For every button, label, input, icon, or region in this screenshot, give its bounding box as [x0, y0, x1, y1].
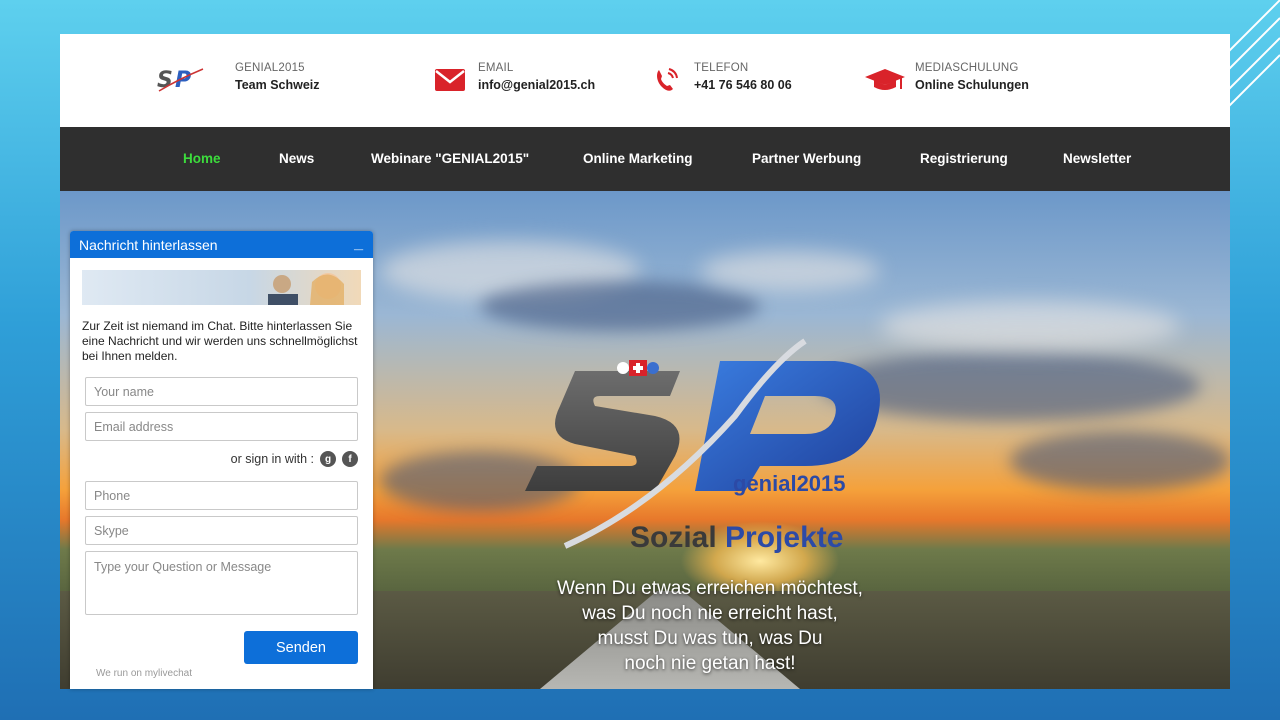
facebook-icon[interactable]: f: [342, 451, 358, 467]
tagline-line: Wenn Du etwas erreichen möchtest,: [557, 578, 863, 599]
nav-webinare[interactable]: Webinare "GENIAL2015": [371, 151, 529, 166]
email-input[interactable]: [85, 412, 358, 441]
main-navigation: Home News Webinare "GENIAL2015" Online M…: [60, 127, 1230, 191]
signin-text: or sign in with :: [230, 452, 314, 466]
phone-label: TELEFON: [694, 62, 749, 74]
brand-small-text: genial2015: [733, 471, 846, 496]
phone-icon: [648, 64, 684, 96]
nav-partner-werbung[interactable]: Partner Werbung: [752, 151, 861, 166]
header-email[interactable]: EMAIL info@genial2015.ch: [432, 62, 595, 96]
brand-value: Team Schweiz: [235, 78, 320, 92]
header-mediaschulung[interactable]: MEDIASCHULUNG Online Schulungen: [865, 62, 1029, 96]
minimize-icon[interactable]: _: [354, 235, 363, 253]
tagline-line: noch nie getan hast!: [624, 653, 796, 674]
nav-registrierung[interactable]: Registrierung: [920, 151, 1008, 166]
header-phone[interactable]: TELEFON +41 76 546 80 06: [648, 62, 792, 96]
title-part-2: Projekte: [725, 521, 844, 554]
powered-by-link[interactable]: We run on mylivechat: [96, 668, 192, 679]
chat-title: Nachricht hinterlassen: [79, 237, 218, 253]
tagline-line: musst Du was tun, was Du: [597, 628, 823, 649]
livechat-widget: Nachricht hinterlassen _ Zur Zeit ist ni…: [70, 231, 373, 689]
send-button[interactable]: Senden: [244, 631, 358, 664]
mediaschulung-label: MEDIASCHULUNG: [915, 62, 1019, 74]
phone-value[interactable]: +41 76 546 80 06: [694, 78, 792, 92]
tagline-line: was Du noch nie erreicht hast,: [582, 603, 838, 624]
email-value[interactable]: info@genial2015.ch: [478, 78, 595, 92]
nav-newsletter[interactable]: Newsletter: [1063, 151, 1131, 166]
nav-news[interactable]: News: [279, 151, 314, 166]
social-signin: or sign in with : g f: [70, 451, 358, 467]
title-part-1: Sozial: [630, 521, 717, 554]
nav-online-marketing[interactable]: Online Marketing: [583, 151, 693, 166]
name-input[interactable]: [85, 377, 358, 406]
graduation-cap-icon: [865, 64, 905, 96]
chat-banner-image: [82, 270, 361, 305]
nav-home[interactable]: Home: [183, 151, 221, 166]
message-textarea[interactable]: [85, 551, 358, 615]
top-info-bar: S P GENIAL2015 Team Schweiz EMAIL info@g…: [60, 34, 1230, 127]
chat-offline-message: Zur Zeit ist niemand im Chat. Bitte hint…: [82, 319, 358, 363]
sozial-projekte-title: Sozial Projekte: [630, 521, 843, 555]
brand-label: GENIAL2015: [235, 62, 305, 74]
email-label: EMAIL: [478, 62, 514, 74]
hero-tagline: Wenn Du etwas erreichen möchtest, was Du…: [510, 576, 910, 676]
envelope-icon: [432, 64, 468, 96]
chat-header[interactable]: Nachricht hinterlassen _: [70, 231, 373, 258]
mediaschulung-value: Online Schulungen: [915, 78, 1029, 92]
header-brand[interactable]: S P GENIAL2015 Team Schweiz: [155, 62, 320, 96]
skype-input[interactable]: [85, 516, 358, 545]
sp-logo-icon[interactable]: S P: [155, 64, 207, 96]
svg-text:S: S: [157, 68, 173, 93]
phone-input[interactable]: [85, 481, 358, 510]
google-plus-icon[interactable]: g: [320, 451, 336, 467]
